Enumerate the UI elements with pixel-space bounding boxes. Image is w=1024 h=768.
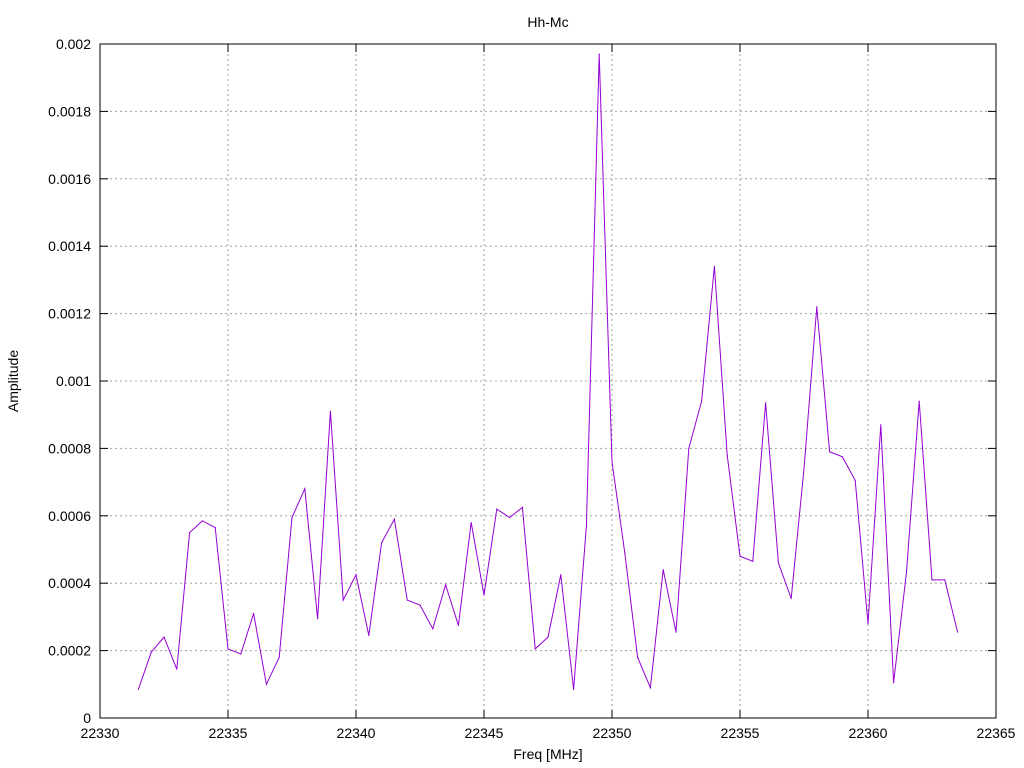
data-point [944, 579, 946, 581]
data-point [521, 506, 524, 508]
data-point [854, 479, 856, 482]
data-point [227, 648, 229, 650]
data-point [585, 525, 588, 527]
data-point [457, 624, 459, 626]
x-tick-label: 22365 [977, 725, 1016, 741]
data-point [240, 653, 242, 655]
data-point [342, 599, 344, 601]
data-point [790, 597, 792, 599]
data-point [560, 574, 562, 576]
data-point [278, 656, 280, 658]
x-tick-label: 22355 [721, 725, 760, 741]
data-point [496, 508, 498, 510]
data-point [253, 612, 255, 615]
x-tick-label: 22350 [593, 725, 632, 741]
data-point [765, 402, 767, 404]
grid [100, 44, 996, 718]
data-point [637, 656, 639, 658]
data-point [598, 53, 600, 55]
data-point [624, 552, 626, 554]
data-point [649, 687, 652, 689]
y-tick-label: 0.0002 [48, 643, 91, 659]
y-tick-label: 0.0008 [48, 440, 91, 456]
y-tick-label: 0.0014 [48, 238, 91, 254]
data-point [176, 668, 178, 670]
data-point [752, 560, 754, 562]
data-point [675, 631, 677, 633]
data-point [265, 683, 267, 685]
data-point [304, 488, 306, 490]
x-tick-label: 22330 [81, 725, 120, 741]
y-tick-label: 0.001 [56, 373, 91, 389]
y-tick-label: 0.002 [56, 36, 91, 52]
data-point [470, 521, 472, 524]
data-point [355, 574, 357, 576]
data-point [893, 682, 895, 684]
x-axis-label: Freq [MHz] [513, 746, 582, 762]
data-point [509, 516, 511, 519]
data-point [931, 579, 933, 581]
x-tick-label: 22335 [209, 725, 248, 741]
data-point [368, 634, 370, 637]
y-tick-label: 0.0004 [48, 575, 91, 591]
data-point [214, 527, 216, 529]
data-point [816, 306, 818, 308]
data-point [381, 542, 383, 544]
data-point [291, 516, 293, 519]
y-tick-label: 0 [83, 710, 91, 726]
x-tick-label: 22340 [337, 725, 376, 741]
data-point [483, 594, 485, 596]
data-point [406, 599, 408, 601]
data-point [189, 532, 191, 534]
x-tick-labels: 22330 22335 22340 22345 22350 22355 22360 22365 [81, 725, 1016, 741]
data-point [150, 651, 152, 653]
data-point [201, 520, 203, 522]
data-point [726, 454, 728, 456]
data-point [829, 451, 831, 453]
data-point [662, 569, 664, 571]
data-point [573, 688, 575, 690]
data-point [317, 617, 319, 620]
data-point [918, 400, 920, 402]
data-point [739, 555, 741, 557]
series-layer [137, 53, 959, 690]
chart: 22330 22335 22340 22345 22350 22355 22360 22365… [5, 14, 1016, 762]
y-tick-label: 0.0016 [48, 171, 91, 187]
series-line [137, 54, 959, 690]
y-tick-label: 0.0012 [48, 306, 91, 322]
data-point [841, 456, 844, 458]
y-tick-label: 0.0006 [48, 508, 91, 524]
data-point [163, 636, 165, 638]
data-point [419, 604, 421, 606]
data-point [803, 468, 805, 470]
data-point [393, 518, 395, 520]
data-point [905, 572, 908, 574]
data-point [611, 461, 613, 463]
chart-title: Hh-Mc [527, 14, 568, 30]
data-point [329, 410, 331, 412]
data-point [688, 447, 690, 449]
x-tick-label: 22345 [465, 725, 504, 741]
data-point [957, 631, 959, 633]
data-point [777, 562, 780, 564]
data-point [547, 636, 549, 638]
y-axis-label: Amplitude [5, 350, 21, 412]
x-tick-label: 22360 [849, 725, 888, 741]
data-point [534, 648, 536, 650]
data-point [701, 400, 703, 402]
data-point [867, 623, 869, 625]
y-tick-labels: 0 0.0002 0.0004 0.0006 0.0008 0.001 0.0012 0.00… [48, 36, 91, 726]
data-point [713, 265, 716, 268]
data-point [137, 688, 139, 690]
y-tick-label: 0.0018 [48, 103, 91, 119]
data-point [880, 424, 882, 426]
data-point [445, 584, 447, 586]
data-point [432, 628, 434, 630]
